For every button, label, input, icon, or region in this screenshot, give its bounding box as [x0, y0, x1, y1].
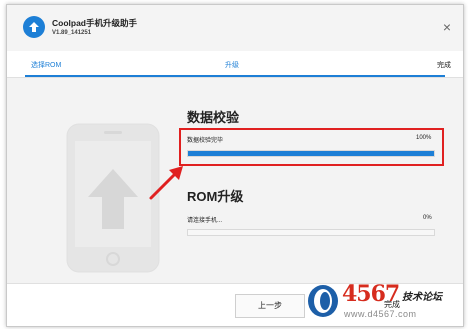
- red-arrow-annotation: [149, 166, 183, 200]
- close-button[interactable]: ×: [437, 17, 457, 37]
- phone-upload-icon: [66, 123, 160, 273]
- data-verify-title: 数据校验: [187, 110, 240, 125]
- rom-status-text: 请连接手机...: [187, 218, 223, 224]
- verify-highlight-box: [179, 128, 444, 166]
- previous-step-button[interactable]: 上一步: [235, 294, 305, 318]
- site-watermark: 4567 技术论坛 www.d4567.com: [304, 279, 464, 325]
- main-content: 数据校验 数据校验完毕 100% ROM升级 请连接手机... 0%: [7, 77, 463, 284]
- app-version: V1.89_141251: [52, 30, 92, 36]
- rom-percent: 0%: [423, 215, 432, 221]
- step-upgrade: 升级: [225, 62, 239, 69]
- watermark-logo-icon: [308, 285, 338, 317]
- step-finish: 完成: [437, 62, 451, 69]
- step-indicator: 选择ROM 升级 完成: [7, 51, 463, 77]
- watermark-url: www.d4567.com: [344, 309, 417, 319]
- verify-percent: 100%: [416, 135, 432, 141]
- verify-progress-fill: [188, 151, 434, 156]
- verify-progress-bar: [187, 150, 435, 157]
- rom-progress-bar: [187, 229, 435, 236]
- app-title: Coolpad手机升级助手: [52, 18, 137, 28]
- watermark-digits: 4567: [342, 281, 400, 307]
- title-bar: Coolpad手机升级助手 V1.89_141251 ×: [7, 5, 463, 51]
- step-select-rom: 选择ROM: [31, 62, 62, 69]
- rom-upgrade-title: ROM升级: [187, 189, 244, 204]
- verify-status-text: 数据校验完毕: [187, 138, 224, 144]
- coolpad-upgrade-logo-icon: [23, 16, 45, 38]
- watermark-text: 技术论坛: [402, 292, 442, 303]
